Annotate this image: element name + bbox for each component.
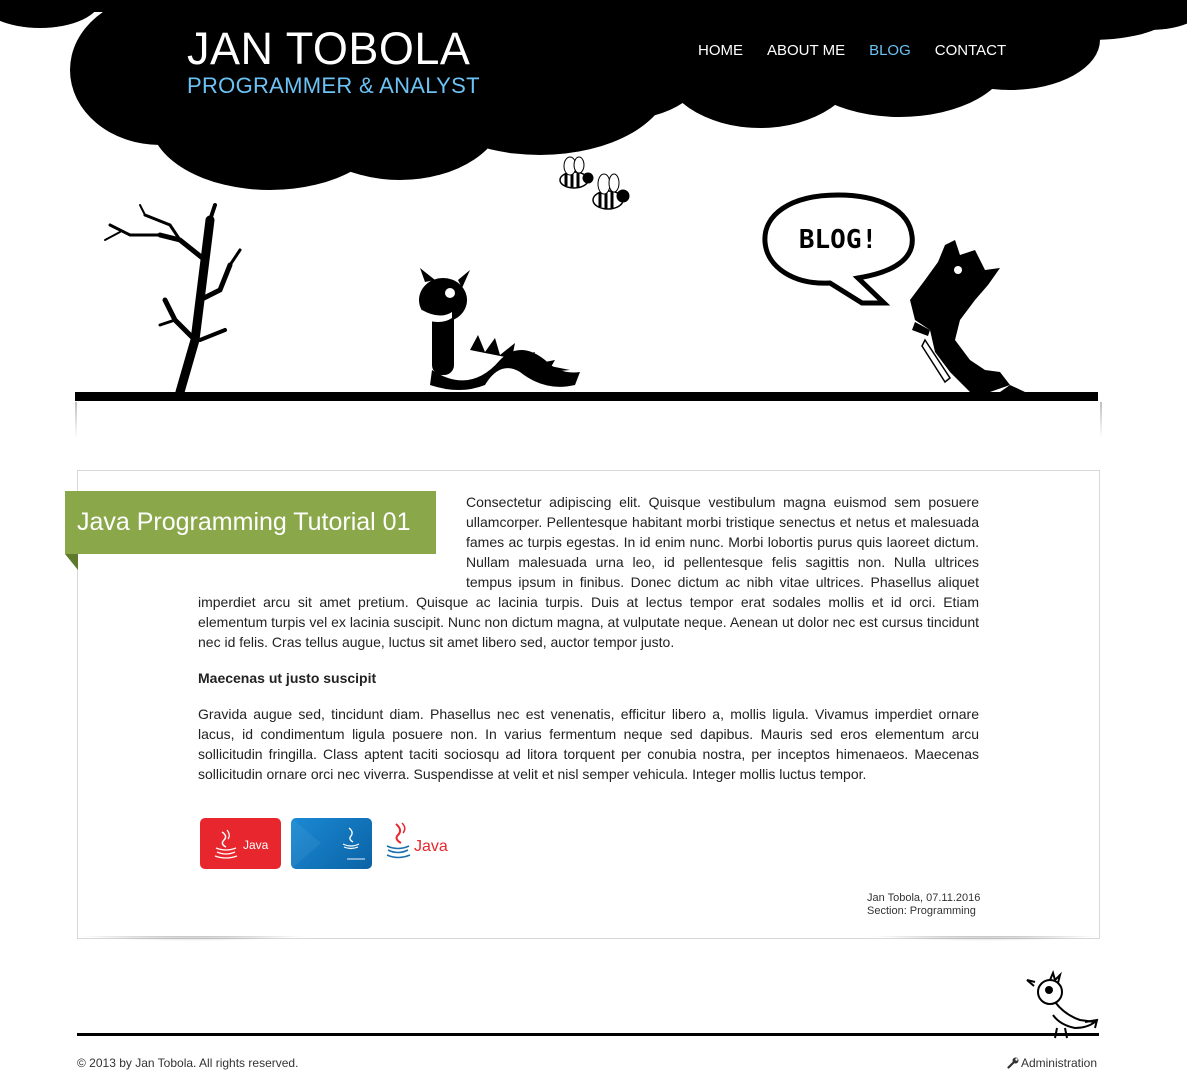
banner-shadow [75,402,1102,438]
speech-bubble-text: BLOG! [799,225,877,255]
nav-blog[interactable]: BLOG [869,42,911,59]
goblin-writer-icon [910,240,1025,392]
administration-label: Administration [1020,1056,1097,1070]
java-logo-plain-icon: Java [386,822,448,859]
java-logo-red-icon: Java [214,829,269,859]
footer-divider [77,1033,1099,1036]
java-badge-red[interactable]: Java [200,818,281,869]
article-paragraph-2: Gravida augue sed, tincidunt diam. Phase… [198,706,979,782]
site-subtitle: PROGRAMMER & ANALYST [187,73,480,98]
tag-badges: Java Java [200,818,454,869]
article-subheading: Maecenas ut justo suscipit [198,670,377,686]
wrench-icon [1007,1057,1019,1069]
java-badge-plain[interactable]: Java [382,818,454,869]
svg-text:Java: Java [414,838,448,855]
nav-about-me[interactable]: ABOUT ME [767,42,845,59]
nav-home[interactable]: HOME [698,42,743,59]
nav-contact[interactable]: CONTACT [935,42,1006,59]
article-card-shadow [72,936,1105,949]
tree-icon [104,203,242,397]
title-space [198,492,466,582]
java-logo-blue-icon [291,818,365,869]
article-section[interactable]: Section: Programming [867,905,980,918]
bees-icon [559,156,630,210]
article-meta: Jan Tobola, 07.11.2016 Section: Programm… [867,892,980,918]
worm-monster-icon [419,268,580,390]
article-author-date: Jan Tobola, 07.11.2016 [867,892,981,904]
svg-text:Java: Java [243,838,269,852]
main-nav: HOME ABOUT ME BLOG CONTACT [698,42,1030,59]
speech-bubble-icon: BLOG! [762,192,915,306]
java-badge-blue[interactable] [291,818,372,869]
administration-link[interactable]: Administration [1007,1056,1097,1070]
copyright-text: © 2013 by Jan Tobola. All rights reserve… [77,1056,299,1070]
bird-icon [1026,970,1099,1039]
article-body: Consectetur adipiscing elit. Quisque ves… [198,492,979,784]
site-title[interactable]: JAN TOBOLA [187,26,470,71]
ribbon-fold [65,554,78,570]
